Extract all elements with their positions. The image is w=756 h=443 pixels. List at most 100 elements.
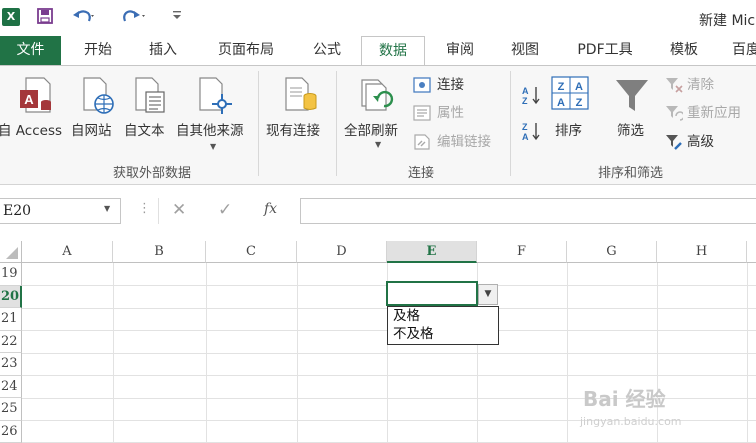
tab-view[interactable]: 视图 bbox=[499, 36, 551, 65]
column-header-c[interactable]: C bbox=[206, 241, 297, 263]
tab-file[interactable]: 文件 bbox=[0, 36, 61, 65]
excel-logo-icon: X bbox=[2, 8, 20, 26]
reapply-icon bbox=[666, 106, 683, 121]
other-sources-dropdown-icon[interactable]: ▼ bbox=[210, 142, 216, 151]
row-header-23[interactable]: 23 bbox=[0, 353, 22, 376]
column-header-next[interactable] bbox=[747, 241, 756, 263]
column-header-a[interactable]: A bbox=[22, 241, 113, 263]
filter-funnel-icon bbox=[616, 80, 648, 111]
from-web-button[interactable]: 自网站 bbox=[71, 119, 112, 139]
tab-formulas[interactable]: 公式 bbox=[301, 36, 353, 65]
gridline bbox=[297, 263, 298, 443]
filter-button[interactable]: 筛选 bbox=[617, 119, 644, 139]
cancel-icon[interactable]: ✕ bbox=[172, 200, 186, 220]
gridline bbox=[113, 263, 114, 443]
gridline bbox=[206, 263, 207, 443]
formula-input[interactable] bbox=[300, 198, 756, 224]
gridline bbox=[22, 375, 756, 376]
column-header-d[interactable]: D bbox=[297, 241, 387, 263]
row-header-25[interactable]: 25 bbox=[0, 398, 22, 421]
row-header-20[interactable]: 20 bbox=[0, 285, 22, 308]
column-header-h[interactable]: H bbox=[657, 241, 747, 263]
name-box[interactable]: E20 bbox=[0, 198, 121, 224]
advanced-button[interactable]: 高级 bbox=[687, 131, 714, 153]
svg-text:Z: Z bbox=[576, 97, 583, 109]
properties-button[interactable]: 属性 bbox=[437, 102, 464, 124]
validation-dropdown-arrow-icon[interactable]: ▼ bbox=[478, 284, 498, 305]
column-header-b[interactable]: B bbox=[113, 241, 206, 263]
group-label-connections: 连接 bbox=[408, 166, 435, 181]
from-other-sources-button[interactable]: 自其他来源 bbox=[176, 119, 244, 139]
tab-templates[interactable]: 模板 bbox=[658, 36, 710, 65]
gridline bbox=[22, 352, 756, 354]
column-header-g[interactable]: G bbox=[567, 241, 657, 263]
validation-dropdown-list: 及格 不及格 bbox=[387, 306, 499, 345]
reapply-button[interactable]: 重新应用 bbox=[687, 102, 741, 124]
svg-text:Z: Z bbox=[522, 122, 528, 132]
ribbon-separator bbox=[510, 71, 511, 176]
from-access-button[interactable]: 自 Access bbox=[0, 119, 62, 139]
row-header-22[interactable]: 22 bbox=[0, 330, 22, 353]
dropdown-option-fail[interactable]: 不及格 bbox=[388, 325, 498, 343]
clear-filter-icon bbox=[666, 78, 683, 93]
clear-button[interactable]: 清除 bbox=[687, 74, 714, 96]
tab-home[interactable]: 开始 bbox=[72, 36, 124, 65]
advanced-filter-icon bbox=[666, 135, 682, 150]
worksheet-grid[interactable]: A B C D E F G H 19 20 21 22 23 24 25 26 bbox=[0, 241, 756, 443]
svg-text:A: A bbox=[522, 132, 529, 142]
svg-text:A: A bbox=[24, 92, 34, 107]
customize-qat-icon[interactable] bbox=[172, 7, 182, 27]
column-header-e[interactable]: E bbox=[387, 241, 477, 263]
tab-page-layout[interactable]: 页面布局 bbox=[210, 36, 282, 65]
row-header-21[interactable]: 21 bbox=[0, 308, 22, 331]
svg-text:Z: Z bbox=[558, 81, 565, 93]
dropdown-option-pass[interactable]: 及格 bbox=[388, 307, 498, 325]
ribbon-data: A 自 Access 自网站 自文本 自其他来源 ▼ 获取外部数据 现有连接 全… bbox=[0, 65, 756, 185]
from-text-icon bbox=[135, 77, 165, 113]
tab-baidu[interactable]: 百度 bbox=[726, 36, 756, 65]
gridline bbox=[747, 263, 748, 443]
name-box-dropdown-icon[interactable]: ▼ bbox=[104, 204, 110, 213]
svg-text:A: A bbox=[575, 81, 583, 93]
undo-icon[interactable] bbox=[72, 7, 96, 27]
redo-icon[interactable] bbox=[122, 7, 146, 27]
tab-review[interactable]: 审阅 bbox=[434, 36, 486, 65]
existing-connections-icon bbox=[285, 77, 317, 111]
sort-button[interactable]: 排序 bbox=[555, 119, 582, 139]
sort-icon: Z A A Z bbox=[551, 76, 589, 110]
tab-insert[interactable]: 插入 bbox=[137, 36, 189, 65]
save-icon[interactable] bbox=[36, 7, 54, 27]
row-header-26[interactable]: 26 bbox=[0, 420, 22, 443]
baidu-watermark-url: jingyan.baidu.com bbox=[580, 415, 682, 428]
sort-ascending-icon[interactable]: A Z bbox=[521, 84, 543, 106]
refresh-all-icon bbox=[361, 79, 394, 111]
column-header-f[interactable]: F bbox=[477, 241, 567, 263]
from-text-button[interactable]: 自文本 bbox=[124, 119, 165, 139]
row-header-19[interactable]: 19 bbox=[0, 263, 22, 286]
properties-icon bbox=[413, 105, 431, 121]
connections-icon bbox=[413, 77, 431, 93]
window-title: 新建 Mic bbox=[699, 13, 756, 29]
edit-links-icon bbox=[414, 134, 430, 150]
ribbon-tabs: 文件 开始 插入 页面布局 公式 数据 审阅 视图 PDF工具 模板 百度 bbox=[0, 36, 756, 66]
svg-text:A: A bbox=[522, 86, 529, 96]
sort-descending-icon[interactable]: Z A bbox=[521, 120, 543, 142]
tab-data[interactable]: 数据 bbox=[361, 36, 425, 66]
edit-links-button[interactable]: 编辑链接 bbox=[437, 131, 491, 153]
connections-button[interactable]: 连接 bbox=[437, 74, 464, 96]
select-all-corner[interactable] bbox=[0, 241, 22, 263]
tab-pdf-tools[interactable]: PDF工具 bbox=[566, 36, 644, 65]
access-database-icon: A bbox=[20, 77, 51, 113]
insert-function-icon[interactable]: fx bbox=[264, 201, 277, 217]
gridline bbox=[567, 263, 568, 443]
quick-access-toolbar: X 新建 Mic bbox=[0, 0, 756, 36]
refresh-dropdown-icon[interactable]: ▼ bbox=[375, 140, 381, 149]
refresh-all-button[interactable]: 全部刷新 bbox=[344, 119, 398, 139]
enter-check-icon[interactable]: ✓ bbox=[218, 200, 232, 220]
active-cell-e20[interactable] bbox=[386, 281, 478, 306]
existing-connections-button[interactable]: 现有连接 bbox=[266, 119, 320, 139]
formula-bar: E20 ▼ ⋮ ✕ ✓ fx bbox=[0, 185, 756, 241]
group-label-get-external-data: 获取外部数据 bbox=[113, 166, 192, 181]
row-header-24[interactable]: 24 bbox=[0, 375, 22, 398]
baidu-watermark-logo: Bai 经验 bbox=[583, 387, 666, 411]
